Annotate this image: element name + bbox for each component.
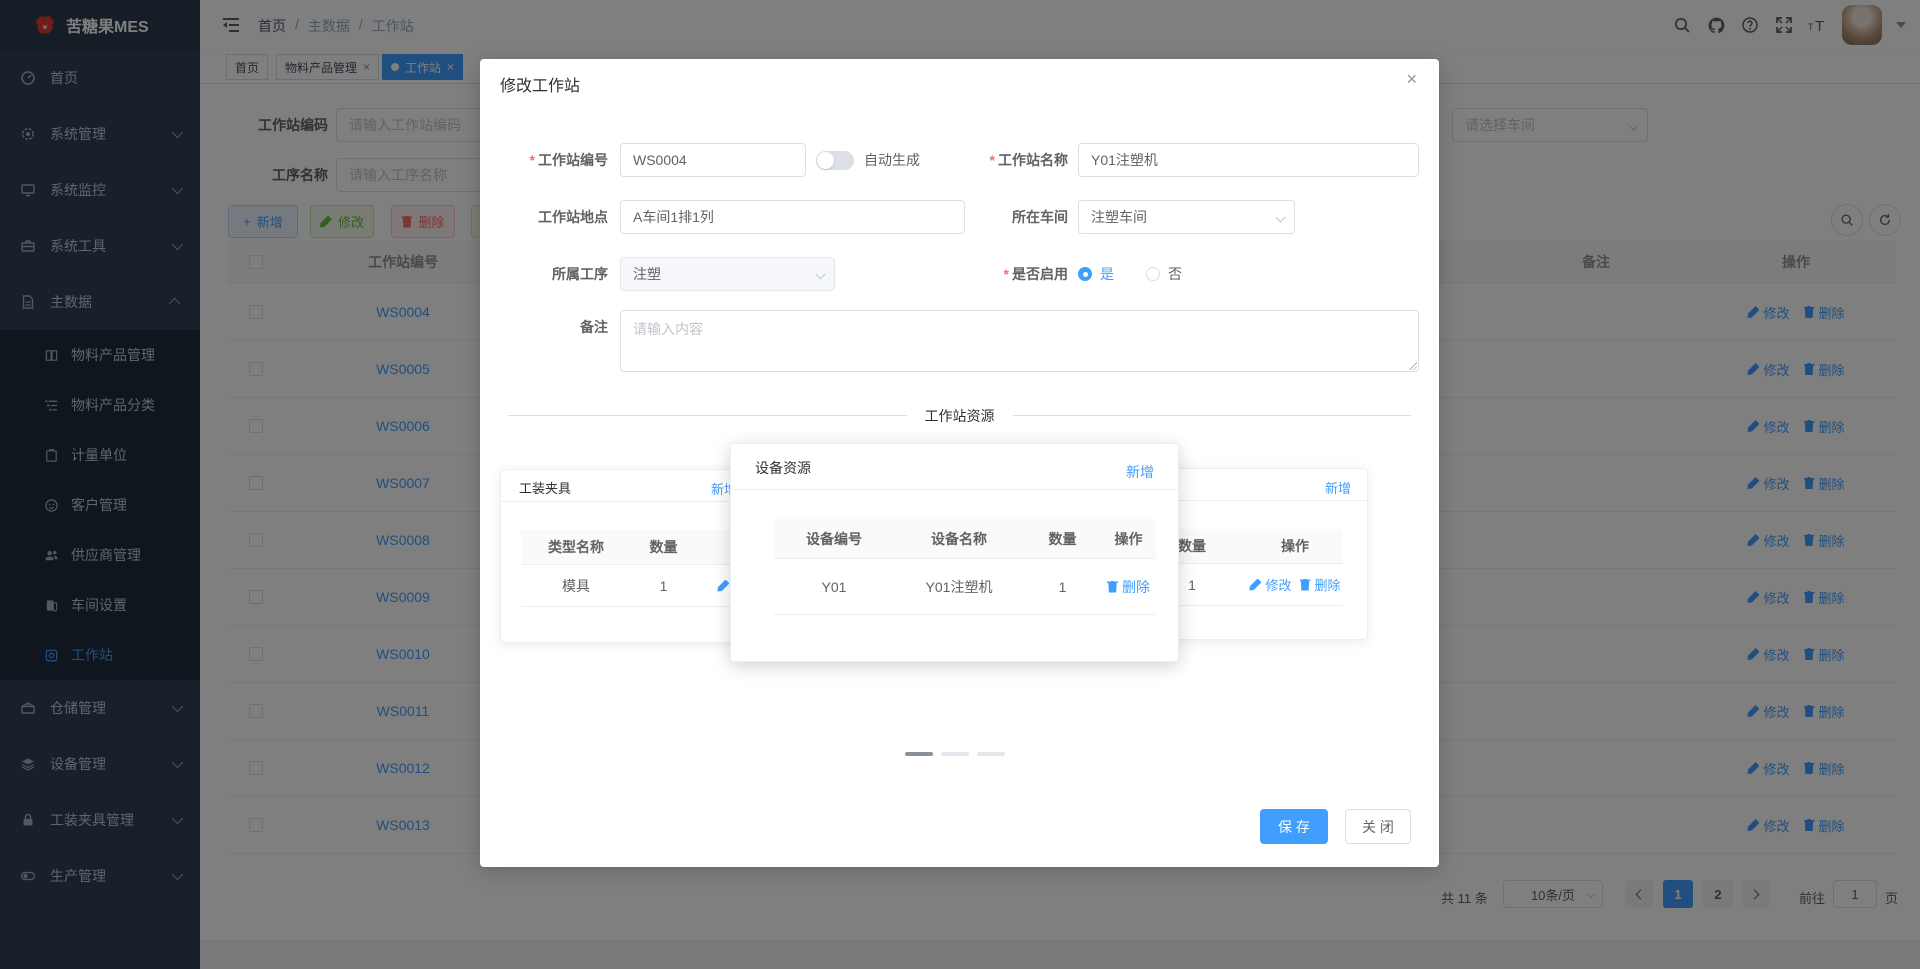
dialog-code-input[interactable] [620,143,806,177]
resources-divider-label: 工作站资源 [906,406,1013,426]
enabled-radio-group: 是 否 [1078,257,1182,291]
device-add-link[interactable]: 新增 [1126,462,1154,482]
col-header-action: 操作 [1281,538,1309,554]
third-delete-button[interactable]: 删除 [1299,575,1341,594]
edit-workstation-dialog: 修改工作站 × *工作站编号 自动生成 *工作站名称 工作站地点 所在车间 注塑… [480,59,1439,867]
required-mark: * [1003,266,1009,282]
dialog-name-input[interactable] [1078,143,1419,177]
dialog-close-icon[interactable]: × [1406,69,1417,90]
col-header-type: 类型名称 [548,539,604,555]
resources-divider: 工作站资源 [508,406,1411,426]
fixture-resource-card: 工装夹具 新增 类型名称 数量 模具 1 修改 [500,469,781,643]
device-row: Y01 Y01注塑机 1 删除 [774,559,1156,615]
third-edit-button[interactable]: 修改 [1249,575,1292,594]
col-header-qty: 数量 [649,539,678,555]
required-mark: * [529,152,535,168]
dialog-title: 修改工作站 [500,78,581,95]
radio-no-label[interactable]: 否 [1168,264,1182,284]
code-field-label: * 工作站编号 [529,152,608,168]
device-table: 设备编号 设备名称 数量 操作 Y01 Y01注塑机 1 删除 [774,519,1156,615]
required-mark: * [989,152,995,168]
chevron-down-icon [1275,212,1286,223]
col-header-qty: 数量 [1048,530,1077,547]
workshop-select-value: 注塑车间 [1091,209,1147,225]
device-resource-card: 设备资源 新增 设备编号 设备名称 数量 操作 Y01 Y01注塑机 1 删除 [730,443,1179,662]
radio-no[interactable] [1146,267,1160,281]
dialog-process-select[interactable]: 注塑 [620,257,835,291]
auto-generate-toggle[interactable] [816,151,854,170]
trash-icon [1299,578,1311,591]
chevron-down-icon [815,269,826,280]
col-header-device-code: 设备编号 [806,530,862,547]
radio-yes-label[interactable]: 是 [1100,264,1114,284]
third-add-link[interactable]: 新增 [1325,478,1351,497]
carousel-indicator-2[interactable] [941,752,969,756]
location-field-label: 工作站地点 [538,209,608,225]
dialog-workshop-select[interactable]: 注塑车间 [1078,200,1295,234]
edit-icon [717,579,730,592]
workshop-field-label: 所在车间 [1012,209,1068,225]
col-header-device-name: 设备名称 [931,530,987,547]
process-field-label: 所属工序 [552,266,608,282]
process-select-value: 注塑 [633,266,661,282]
edit-icon [1249,578,1262,591]
toggle-knob [817,152,834,169]
fixture-type-value: 模具 [562,577,590,594]
device-delete-button[interactable]: 删除 [1107,577,1150,597]
fixture-card-title: 工装夹具 [519,481,572,496]
remark-field-label: 备注 [580,319,608,335]
col-header-action: 操作 [1114,530,1143,547]
trash-icon [1107,580,1118,593]
close-button[interactable]: 关 闭 [1345,809,1411,844]
save-button[interactable]: 保 存 [1260,809,1328,844]
fixture-qty-value: 1 [659,577,668,594]
device-code-value: Y01 [821,578,847,595]
name-field-label: * 工作站名称 [989,152,1068,168]
carousel-indicator-3[interactable] [977,752,1005,756]
textarea-resize-handle[interactable] [1408,361,1417,370]
dialog-remark-textarea[interactable] [620,310,1419,372]
enabled-field-label: * 是否启用 [1003,266,1068,282]
radio-yes-selected[interactable] [1078,267,1092,281]
device-card-title: 设备资源 [755,460,811,476]
carousel-indicator-1[interactable] [905,752,933,756]
device-name-value: Y01注塑机 [925,578,993,595]
device-qty-value: 1 [1058,578,1067,595]
